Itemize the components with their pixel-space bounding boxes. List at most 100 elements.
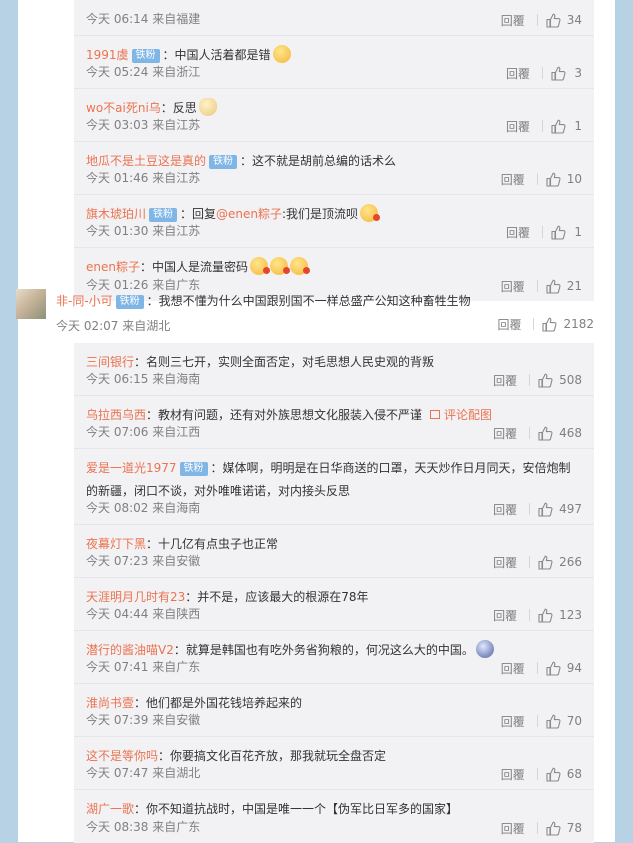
reply-meta: 今天 07:06 来自江西 bbox=[86, 425, 201, 439]
username[interactable]: 爱是一道光1977 bbox=[86, 461, 177, 475]
reply-text: 爱是一道光1977 铁粉 ：媒体啊，明明是在日华商送的口罩，天天炒作日月同天，安倍炮… bbox=[86, 457, 582, 503]
thumbs-up-icon[interactable] bbox=[546, 13, 561, 28]
reply-body: ：就算是韩国也有吃外务省狗粮的，何况这么大的中国。 bbox=[173, 643, 474, 657]
reply-item: 夜幕灯下黑：十几亿有点虫子也正常 今天 07:23 来自安徽 回覆 266 bbox=[74, 525, 594, 578]
reply-button[interactable]: 回覆 bbox=[501, 820, 525, 837]
thumbs-up-icon[interactable] bbox=[538, 373, 553, 388]
fan-badge: 铁粉 bbox=[149, 208, 178, 222]
thumbs-up-icon[interactable] bbox=[546, 172, 561, 187]
like-count: 266 bbox=[559, 555, 582, 569]
reply-button[interactable]: 回覆 bbox=[493, 607, 517, 624]
like-count: 468 bbox=[559, 426, 582, 440]
username[interactable]: 1991虞 bbox=[86, 48, 129, 62]
reply-button[interactable]: 回覆 bbox=[506, 224, 530, 241]
comment-text: 非-同-小可 铁粉 ：我想不懂为什么中国跟别国不一样总盛产公知这种畜牲生物 bbox=[56, 294, 594, 309]
thumbs-up-icon[interactable] bbox=[546, 661, 561, 676]
reply-list: 三间银行：名则三七开，实则全面否定，对毛思想人民史观的背叛 今天 06:15 来自… bbox=[74, 343, 594, 843]
like-count: 78 bbox=[566, 821, 582, 835]
reply-actions: 回覆 78 bbox=[501, 820, 582, 836]
fan-badge: 铁粉 bbox=[131, 49, 160, 63]
reply-body: ：中国人是流量密码 bbox=[139, 260, 248, 274]
username[interactable]: 湖广一歌 bbox=[86, 802, 134, 816]
thumbs-up-icon[interactable] bbox=[551, 66, 566, 81]
comment-body: ：我想不懂为什么中国跟别国不一样总盛产公知这种畜牲生物 bbox=[146, 294, 471, 308]
heart-emoji-icon bbox=[250, 257, 270, 275]
heart-emoji-icon bbox=[360, 204, 381, 222]
reply-body: ：他们都是外国花钱培养起来的 bbox=[134, 696, 303, 710]
reply-body: ：这不就是胡前总编的话术么 bbox=[240, 154, 397, 168]
reply-actions: 回覆 10 bbox=[501, 171, 582, 187]
reply-actions: 回覆 68 bbox=[501, 766, 582, 782]
thumbs-up-icon[interactable] bbox=[546, 821, 561, 836]
username[interactable]: 地瓜不是土豆这是真的 bbox=[86, 154, 206, 168]
avatar[interactable] bbox=[16, 289, 46, 319]
reply-button[interactable]: 回覆 bbox=[501, 12, 525, 29]
like-count: 70 bbox=[566, 714, 582, 728]
thumbs-up-icon[interactable] bbox=[546, 714, 561, 729]
reply-button[interactable]: 回覆 bbox=[493, 425, 517, 442]
reply-button[interactable]: 回覆 bbox=[493, 554, 517, 571]
reply-actions: 回覆 123 bbox=[493, 607, 582, 623]
thumbs-up-icon[interactable] bbox=[538, 555, 553, 570]
reply-button[interactable]: 回覆 bbox=[493, 372, 517, 389]
reply-item: 旗木琥珀川 铁粉 ：回复@enen粽子:我们是顶流呗 今天 01:30 来自江苏 回覆 1 bbox=[74, 195, 594, 248]
username[interactable]: 淮尚书壹 bbox=[86, 696, 134, 710]
thumbs-up-icon[interactable] bbox=[546, 767, 561, 782]
reply-button[interactable]: 回覆 bbox=[497, 316, 521, 333]
mention-link[interactable]: @enen粽子 bbox=[216, 207, 282, 221]
comment-actions: 回覆 2182 bbox=[497, 316, 594, 332]
thumbs-up-icon[interactable] bbox=[542, 317, 557, 332]
reply-body: ：你不知道抗战时，中国是唯一一个【伪军比日军多的国家】 bbox=[134, 802, 459, 816]
divider bbox=[542, 120, 543, 132]
thumbs-up-icon[interactable] bbox=[538, 608, 553, 623]
username[interactable]: enen粽子 bbox=[86, 260, 140, 274]
like-count: 2182 bbox=[563, 317, 594, 331]
reply-button[interactable]: 回覆 bbox=[501, 660, 525, 677]
username[interactable]: 夜幕灯下黑 bbox=[86, 537, 146, 551]
reply-item: 地瓜不是土豆这是真的 铁粉 ：这不就是胡前总编的话术么 今天 01:46 来自江苏 回覆… bbox=[74, 142, 594, 195]
reply-actions: 回覆 70 bbox=[501, 713, 582, 729]
divider bbox=[529, 556, 531, 568]
reply-button[interactable]: 回覆 bbox=[501, 713, 525, 730]
reply-item: 天涯明月几时有23：并不是，应该最大的根源在78年 今天 04:44 来自陕西 回覆… bbox=[74, 578, 594, 631]
like-count: 508 bbox=[559, 373, 582, 387]
username[interactable]: 三间银行 bbox=[86, 355, 134, 369]
thumbs-up-icon[interactable] bbox=[538, 426, 553, 441]
username[interactable]: wo不ai死ni乌 bbox=[86, 101, 161, 115]
reply-actions: 回覆 266 bbox=[493, 554, 582, 570]
reply-button[interactable]: 回覆 bbox=[493, 501, 517, 518]
username[interactable]: 天涯明月几时有23 bbox=[86, 590, 185, 604]
reply-meta: 今天 07:47 来自湖北 bbox=[86, 766, 201, 780]
divider bbox=[529, 503, 531, 515]
image-comment-link[interactable]: 评论配图 bbox=[430, 408, 492, 422]
username[interactable]: 乌拉西乌西 bbox=[86, 408, 146, 422]
divider bbox=[536, 715, 538, 727]
reply-actions: 回覆 468 bbox=[493, 425, 582, 441]
thumbs-up-icon[interactable] bbox=[551, 119, 566, 134]
heart-emoji-icon bbox=[290, 257, 310, 275]
reply-button[interactable]: 回覆 bbox=[501, 171, 525, 188]
heart-emoji-icon bbox=[270, 257, 290, 275]
reply-item: wo不ai死ni乌：反思 今天 03:03 来自江苏 回覆 1 bbox=[74, 89, 594, 142]
reply-meta: 今天 01:46 来自江苏 bbox=[86, 171, 201, 185]
reply-button[interactable]: 回覆 bbox=[501, 766, 525, 783]
divider bbox=[529, 374, 531, 386]
reply-meta: 今天 05:24 来自浙江 bbox=[86, 65, 201, 79]
reply-button[interactable]: 回覆 bbox=[506, 65, 530, 82]
blue-emoji-icon bbox=[475, 640, 494, 658]
username[interactable]: 这不是等你吗 bbox=[86, 749, 158, 763]
cry-emoji-icon bbox=[272, 45, 291, 63]
reply-body: ：反思 bbox=[160, 101, 197, 115]
like-count: 68 bbox=[566, 767, 582, 781]
thumbs-up-icon[interactable] bbox=[538, 502, 553, 517]
username[interactable]: 潜行的酱油喵V2 bbox=[86, 643, 174, 657]
reply-list: 今天 06:14 来自福建 回覆 34 1991虞 铁粉 ：中国人活着都是错 今天 05:2… bbox=[74, 0, 594, 301]
reply-text: 湖广一歌：你不知道抗战时，中国是唯一一个【伪军比日军多的国家】 bbox=[86, 798, 582, 820]
username[interactable]: 非-同-小可 bbox=[56, 294, 113, 308]
reply-actions: 回覆 94 bbox=[501, 660, 582, 676]
reply-prefix: ：回复 bbox=[180, 207, 217, 221]
thumbs-up-icon[interactable] bbox=[551, 225, 566, 240]
divider bbox=[542, 226, 543, 238]
reply-button[interactable]: 回覆 bbox=[506, 118, 530, 135]
username[interactable]: 旗木琥珀川 bbox=[86, 207, 146, 221]
